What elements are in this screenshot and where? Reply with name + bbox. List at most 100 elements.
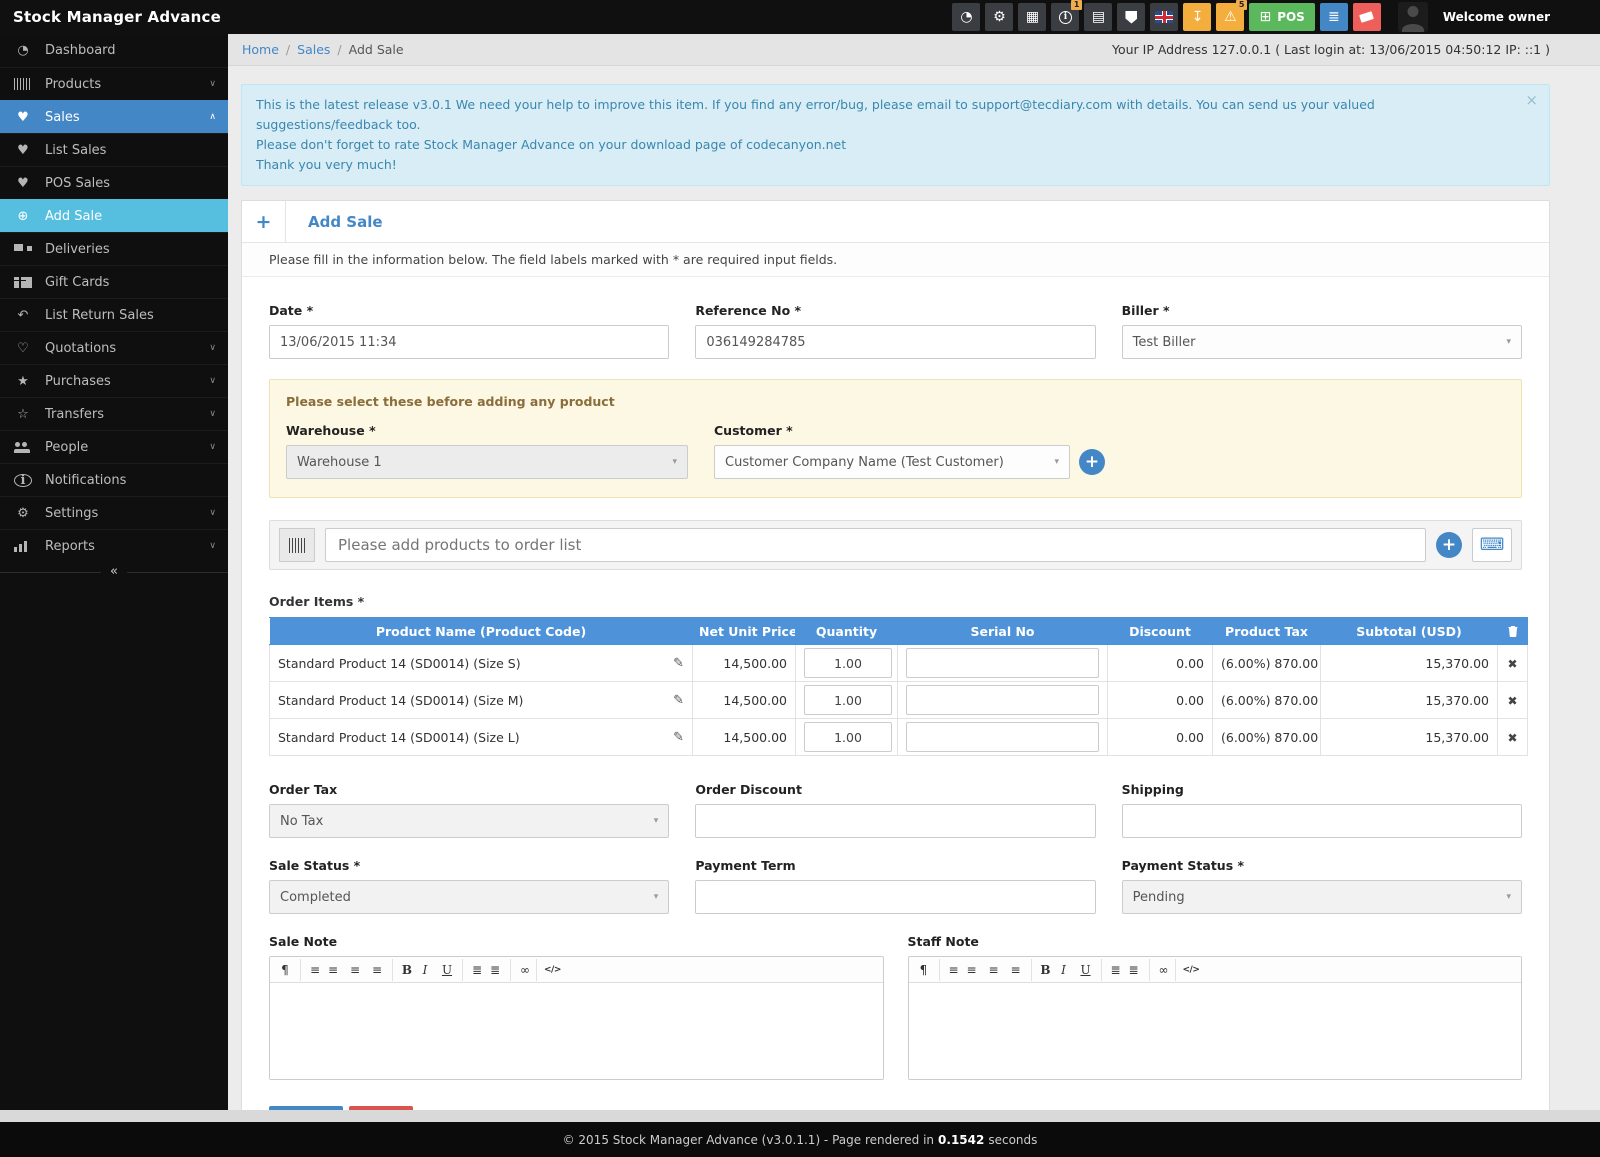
sale-status-select[interactable]: Completed ▾ [269, 880, 669, 914]
quantity-input[interactable] [804, 648, 892, 678]
remove-item-icon[interactable]: ✖ [1507, 731, 1517, 745]
edit-icon[interactable]: ✎ [673, 730, 684, 745]
remove-item-icon[interactable]: ✖ [1507, 657, 1517, 671]
list-ul-icon[interactable]: ≣ [1101, 959, 1123, 981]
add-manual-product-button[interactable]: + [1436, 532, 1462, 558]
sidebar-item-list-return-sales[interactable]: ↶List Return Sales [0, 298, 228, 331]
avatar[interactable] [1398, 2, 1428, 32]
date-input[interactable] [269, 325, 669, 359]
sidebar-item-label: Reports [45, 539, 209, 554]
sidebar-item-sales[interactable]: ♥Sales∧ [0, 100, 228, 133]
paragraph-icon[interactable]: ¶ [274, 959, 296, 981]
staff-note-editor: ¶≡≡≡≡BIU≣≣∞</> [908, 956, 1523, 1080]
eraser-button[interactable] [1353, 3, 1381, 31]
quantity-input[interactable] [804, 685, 892, 715]
list-ol-icon[interactable]: ≣ [484, 959, 506, 981]
info-button[interactable]: i1 [1051, 3, 1079, 31]
sidebar-item-list-sales[interactable]: ♥List Sales [0, 133, 228, 166]
dashboard-button[interactable]: ◔ [952, 3, 980, 31]
download-button[interactable]: ↧ [1183, 3, 1211, 31]
remove-item-icon[interactable]: ✖ [1507, 694, 1517, 708]
info-icon: i [1059, 11, 1072, 24]
sidebar-item-settings[interactable]: ⚙Settings∨ [0, 496, 228, 529]
reference-no-input[interactable] [695, 325, 1095, 359]
shield-button[interactable] [1117, 3, 1145, 31]
sidebar-item-dashboard[interactable]: ◔Dashboard [0, 34, 228, 67]
app-title: Stock Manager Advance [0, 8, 228, 26]
add-customer-button[interactable]: + [1079, 449, 1105, 475]
sidebar-item-purchases[interactable]: ★Purchases∨ [0, 364, 228, 397]
quantity-input[interactable] [804, 722, 892, 752]
breadcrumb-home-link[interactable]: Home [242, 42, 279, 57]
underline-icon[interactable]: U [436, 959, 458, 981]
reference-field-group: Reference No * [695, 303, 1095, 359]
product-name-cell: Standard Product 14 (SD0014) (Size S)✎ [270, 645, 693, 682]
flag-uk-button[interactable] [1150, 3, 1178, 31]
code-icon[interactable]: </> [1175, 959, 1200, 981]
serial-input[interactable] [906, 722, 1099, 752]
code-icon[interactable]: </> [536, 959, 561, 981]
link-icon[interactable]: ∞ [1149, 959, 1171, 981]
close-icon[interactable]: × [1525, 90, 1538, 110]
shipping-input[interactable] [1122, 804, 1522, 838]
italic-icon[interactable]: I [1053, 959, 1075, 981]
biller-select[interactable]: Test Biller ▾ [1122, 325, 1522, 359]
order-tax-selected-value: No Tax [280, 814, 323, 829]
sidebar-item-transfers[interactable]: ☆Transfers∨ [0, 397, 228, 430]
order-discount-input[interactable] [695, 804, 1095, 838]
align-justify-icon[interactable]: ≡ [366, 959, 388, 981]
payment-status-select[interactable]: Pending ▾ [1122, 880, 1522, 914]
align-left-icon[interactable]: ≡ [939, 959, 961, 981]
list-ol-icon[interactable]: ≣ [1123, 959, 1145, 981]
calculator-button[interactable]: ▦ [1018, 3, 1046, 31]
serial-input[interactable] [906, 648, 1099, 678]
align-right-icon[interactable]: ≡ [344, 959, 366, 981]
remove-cell: ✖ [1498, 645, 1528, 682]
pos-button[interactable]: ⊞POS [1249, 3, 1314, 31]
customer-select[interactable]: Customer Company Name (Test Customer) ▾ [714, 445, 1070, 479]
payment-term-input[interactable] [695, 880, 1095, 914]
underline-icon[interactable]: U [1075, 959, 1097, 981]
serial-input[interactable] [906, 685, 1099, 715]
product-search-input[interactable] [325, 528, 1426, 562]
warning-button[interactable]: ⚠5 [1216, 3, 1244, 31]
sidebar-item-pos-sales[interactable]: ♥POS Sales [0, 166, 228, 199]
breadcrumb-sales-link[interactable]: Sales [297, 42, 330, 57]
edit-icon[interactable]: ✎ [673, 693, 684, 708]
staff-note-input[interactable] [909, 983, 1522, 1079]
paragraph-icon[interactable]: ¶ [913, 959, 935, 981]
list-ul-icon[interactable]: ≣ [462, 959, 484, 981]
keyboard-icon[interactable]: ⌨ [1472, 528, 1512, 562]
sidebar-item-people[interactable]: People∨ [0, 430, 228, 463]
sidebar-item-gift-cards[interactable]: Gift Cards [0, 265, 228, 298]
staff-note-group: Staff Note ¶≡≡≡≡BIU≣≣∞</> [908, 934, 1523, 1080]
calendar-button[interactable]: ▤ [1084, 3, 1112, 31]
align-left-icon[interactable]: ≡ [300, 959, 322, 981]
sidebar-item-label: Deliveries [45, 242, 216, 257]
align-center-icon[interactable]: ≡ [961, 959, 983, 981]
sidebar-item-label: Transfers [45, 407, 209, 422]
table-row: Standard Product 14 (SD0014) (Size S)✎14… [270, 645, 1528, 682]
order-tax-select[interactable]: No Tax ▾ [269, 804, 669, 838]
link-icon[interactable]: ∞ [510, 959, 532, 981]
bold-icon[interactable]: B [1031, 959, 1053, 981]
list-button[interactable]: ≣ [1320, 3, 1348, 31]
sidebar-collapse-button[interactable]: « [101, 564, 127, 580]
align-justify-icon[interactable]: ≡ [1005, 959, 1027, 981]
warehouse-select[interactable]: Warehouse 1 ▾ [286, 445, 688, 479]
align-center-icon[interactable]: ≡ [322, 959, 344, 981]
sidebar-item-deliveries[interactable]: Deliveries [0, 232, 228, 265]
edit-icon[interactable]: ✎ [673, 656, 684, 671]
sale-note-input[interactable] [270, 983, 883, 1079]
italic-icon[interactable]: I [414, 959, 436, 981]
sidebar-item-products[interactable]: Products∨ [0, 67, 228, 100]
sidebar-item-add-sale[interactable]: ⊕Add Sale [0, 199, 228, 232]
pos-icon: ⊞ [1259, 10, 1271, 24]
bold-icon[interactable]: B [392, 959, 414, 981]
sidebar-item-reports[interactable]: Reports∨ [0, 529, 228, 562]
sidebar-item-label: Purchases [45, 374, 209, 389]
cogs-button[interactable]: ⚙ [985, 3, 1013, 31]
align-right-icon[interactable]: ≡ [983, 959, 1005, 981]
sidebar-item-quotations[interactable]: ♡Quotations∨ [0, 331, 228, 364]
sidebar-item-notifications[interactable]: iNotifications [0, 463, 228, 496]
